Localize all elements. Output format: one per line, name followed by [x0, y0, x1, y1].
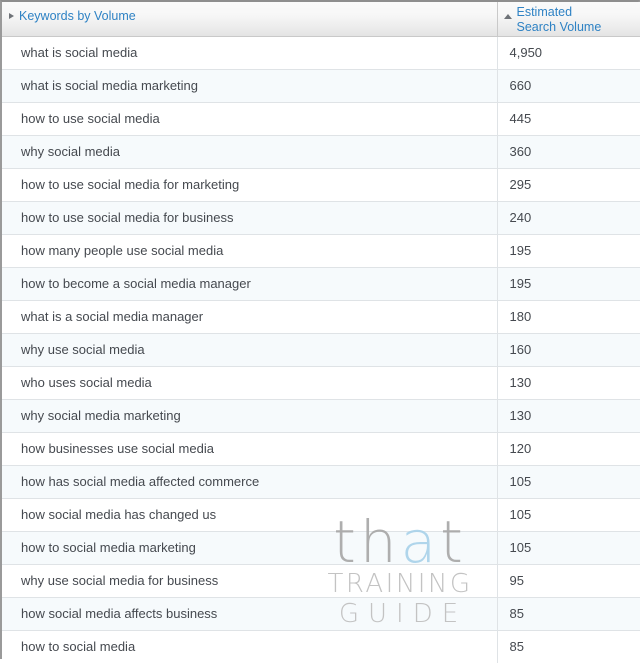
volume-cell: 445	[497, 102, 640, 135]
table-row[interactable]: why social media360	[2, 135, 640, 168]
keyword-cell: how has social media affected commerce	[2, 465, 497, 498]
caret-up-icon[interactable]	[504, 14, 512, 19]
volume-cell: 95	[497, 564, 640, 597]
table-header: Keywords by Volume Estimated Search Volu…	[2, 2, 640, 36]
volume-cell: 160	[497, 333, 640, 366]
table-row[interactable]: how to use social media for marketing295	[2, 168, 640, 201]
keyword-cell: how to social media marketing	[2, 531, 497, 564]
volume-cell: 195	[497, 267, 640, 300]
column-header-volume-inner: Estimated Search Volume	[498, 2, 640, 36]
volume-cell: 105	[497, 465, 640, 498]
table-row[interactable]: who uses social media130	[2, 366, 640, 399]
column-header-keyword[interactable]: Keywords by Volume	[2, 2, 497, 36]
keyword-cell: why use social media	[2, 333, 497, 366]
table-row[interactable]: how to social media marketing105	[2, 531, 640, 564]
table-body: what is social media4,950what is social …	[2, 36, 640, 663]
volume-cell: 120	[497, 432, 640, 465]
column-header-volume-label-line2: Search Volume	[517, 20, 602, 34]
column-header-keyword-inner: Keywords by Volume	[2, 2, 497, 36]
keyword-cell: how to use social media	[2, 102, 497, 135]
volume-cell: 4,950	[497, 36, 640, 69]
volume-cell: 660	[497, 69, 640, 102]
table-row[interactable]: why use social media160	[2, 333, 640, 366]
caret-right-icon[interactable]	[9, 13, 14, 19]
table-row[interactable]: how to become a social media manager195	[2, 267, 640, 300]
keyword-cell: how to social media	[2, 630, 497, 663]
column-header-volume-label: Estimated Search Volume	[517, 5, 602, 34]
volume-cell: 130	[497, 399, 640, 432]
table-row[interactable]: how to social media85	[2, 630, 640, 663]
keywords-by-volume-table: Keywords by Volume Estimated Search Volu…	[2, 2, 640, 663]
keyword-cell: what is a social media manager	[2, 300, 497, 333]
volume-cell: 105	[497, 498, 640, 531]
keyword-cell: what is social media	[2, 36, 497, 69]
keywords-table-panel: Keywords by Volume Estimated Search Volu…	[0, 0, 640, 659]
keyword-cell: why social media marketing	[2, 399, 497, 432]
table-row[interactable]: how social media affects business85	[2, 597, 640, 630]
table-row[interactable]: what is social media4,950	[2, 36, 640, 69]
table-row[interactable]: how businesses use social media120	[2, 432, 640, 465]
table-row[interactable]: how many people use social media195	[2, 234, 640, 267]
keyword-cell: what is social media marketing	[2, 69, 497, 102]
volume-cell: 195	[497, 234, 640, 267]
keyword-cell: why use social media for business	[2, 564, 497, 597]
volume-cell: 180	[497, 300, 640, 333]
keyword-cell: how to use social media for business	[2, 201, 497, 234]
volume-cell: 295	[497, 168, 640, 201]
volume-cell: 240	[497, 201, 640, 234]
table-row[interactable]: what is a social media manager180	[2, 300, 640, 333]
table-row[interactable]: how social media has changed us105	[2, 498, 640, 531]
keyword-cell: how to use social media for marketing	[2, 168, 497, 201]
volume-cell: 360	[497, 135, 640, 168]
volume-cell: 130	[497, 366, 640, 399]
volume-cell: 85	[497, 630, 640, 663]
keyword-cell: how to become a social media manager	[2, 267, 497, 300]
table-header-row: Keywords by Volume Estimated Search Volu…	[2, 2, 640, 36]
keyword-cell: how social media has changed us	[2, 498, 497, 531]
table-row[interactable]: what is social media marketing660	[2, 69, 640, 102]
table-row[interactable]: why use social media for business95	[2, 564, 640, 597]
keyword-cell: how social media affects business	[2, 597, 497, 630]
keyword-cell: why social media	[2, 135, 497, 168]
column-header-volume[interactable]: Estimated Search Volume	[497, 2, 640, 36]
volume-cell: 85	[497, 597, 640, 630]
table-row[interactable]: how to use social media445	[2, 102, 640, 135]
keyword-cell: how businesses use social media	[2, 432, 497, 465]
volume-cell: 105	[497, 531, 640, 564]
keyword-cell: how many people use social media	[2, 234, 497, 267]
table-row[interactable]: why social media marketing130	[2, 399, 640, 432]
keyword-cell: who uses social media	[2, 366, 497, 399]
column-header-keyword-label: Keywords by Volume	[19, 9, 136, 24]
table-row[interactable]: how to use social media for business240	[2, 201, 640, 234]
column-header-volume-label-line1: Estimated	[517, 5, 573, 19]
table-row[interactable]: how has social media affected commerce10…	[2, 465, 640, 498]
